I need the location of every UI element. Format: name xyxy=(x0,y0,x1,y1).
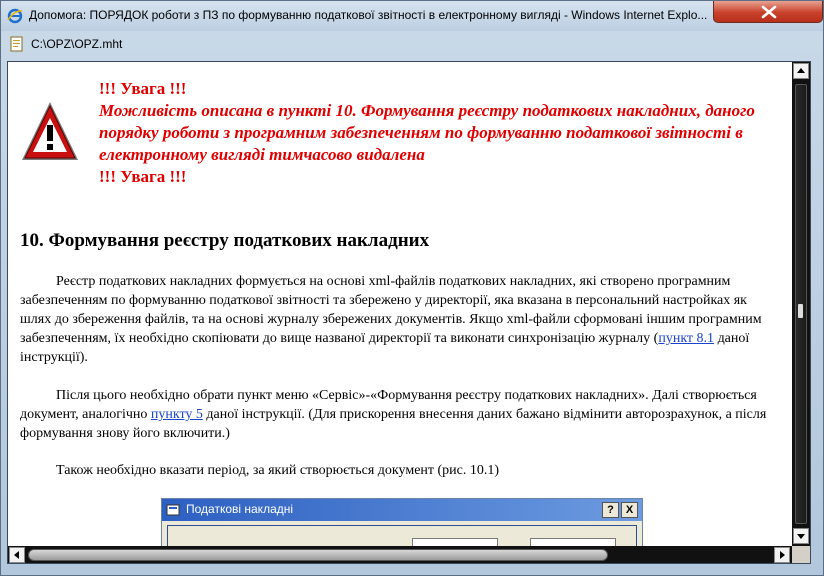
arrow-right-icon xyxy=(780,551,785,559)
window-title: Допомога: ПОРЯДОК роботи з ПЗ по формува… xyxy=(29,8,708,22)
warning-block: !!! Увага !!! Можливість описана в пункт… xyxy=(99,78,759,188)
dialog-close-button: X xyxy=(621,502,638,518)
arrow-down-icon xyxy=(797,534,805,539)
scroll-down-button[interactable] xyxy=(793,528,809,544)
address-bar[interactable]: C:\OPZ\OPZ.mht xyxy=(7,33,811,55)
arrow-up-icon xyxy=(797,68,805,73)
close-window-button[interactable] xyxy=(713,1,823,23)
paragraph-service-menu: Після цього необхідно обрати пункт меню … xyxy=(20,386,780,443)
dialog-title: Податкові накладні xyxy=(186,502,294,516)
close-icon xyxy=(761,5,777,19)
paragraph-text: Також необхідно вказати період, за який … xyxy=(56,463,500,478)
internet-explorer-icon xyxy=(7,8,23,24)
scroll-right-button[interactable] xyxy=(774,547,790,563)
scroll-grip xyxy=(798,304,803,318)
horizontal-scrollbar[interactable] xyxy=(8,546,792,563)
link-item-8-1[interactable]: пункт 8.1 xyxy=(658,331,714,346)
warning-head: !!! Увага !!! xyxy=(99,79,187,98)
scroll-up-button[interactable] xyxy=(793,63,809,79)
mht-file-icon xyxy=(10,36,23,52)
app-icon xyxy=(166,504,180,516)
address-path: C:\OPZ\OPZ.mht xyxy=(31,37,123,51)
scrollbar-corner xyxy=(792,546,810,563)
warning-body: Можливість описана в пункті 10. Формуван… xyxy=(99,101,755,164)
arrow-left-icon xyxy=(14,551,19,559)
paragraph-period: Також необхідно вказати період, за який … xyxy=(20,461,780,480)
vertical-scrollbar[interactable] xyxy=(792,62,810,546)
paragraph-text: Реєстр податкових накладних формується н… xyxy=(20,274,762,346)
warning-triangle-icon xyxy=(22,102,78,160)
section-heading: 10. Формування реєстру податкових наклад… xyxy=(20,230,430,251)
browser-window: Допомога: ПОРЯДОК роботи з ПЗ по формува… xyxy=(0,0,824,576)
title-bar[interactable]: Допомога: ПОРЯДОК роботи з ПЗ по формува… xyxy=(1,1,823,31)
warning-tail: !!! Увага !!! xyxy=(99,167,187,186)
dialog-title-bar: Податкові накладні ? X xyxy=(162,499,642,521)
link-item-5[interactable]: пункту 5 xyxy=(151,407,203,422)
paragraph-registry: Реєстр податкових накладних формується н… xyxy=(20,272,780,367)
content-viewport: !!! Увага !!! Можливість описана в пункт… xyxy=(7,61,811,564)
scroll-left-button[interactable] xyxy=(9,547,25,563)
horizontal-scroll-thumb[interactable] xyxy=(28,549,608,561)
help-button: ? xyxy=(602,502,619,518)
